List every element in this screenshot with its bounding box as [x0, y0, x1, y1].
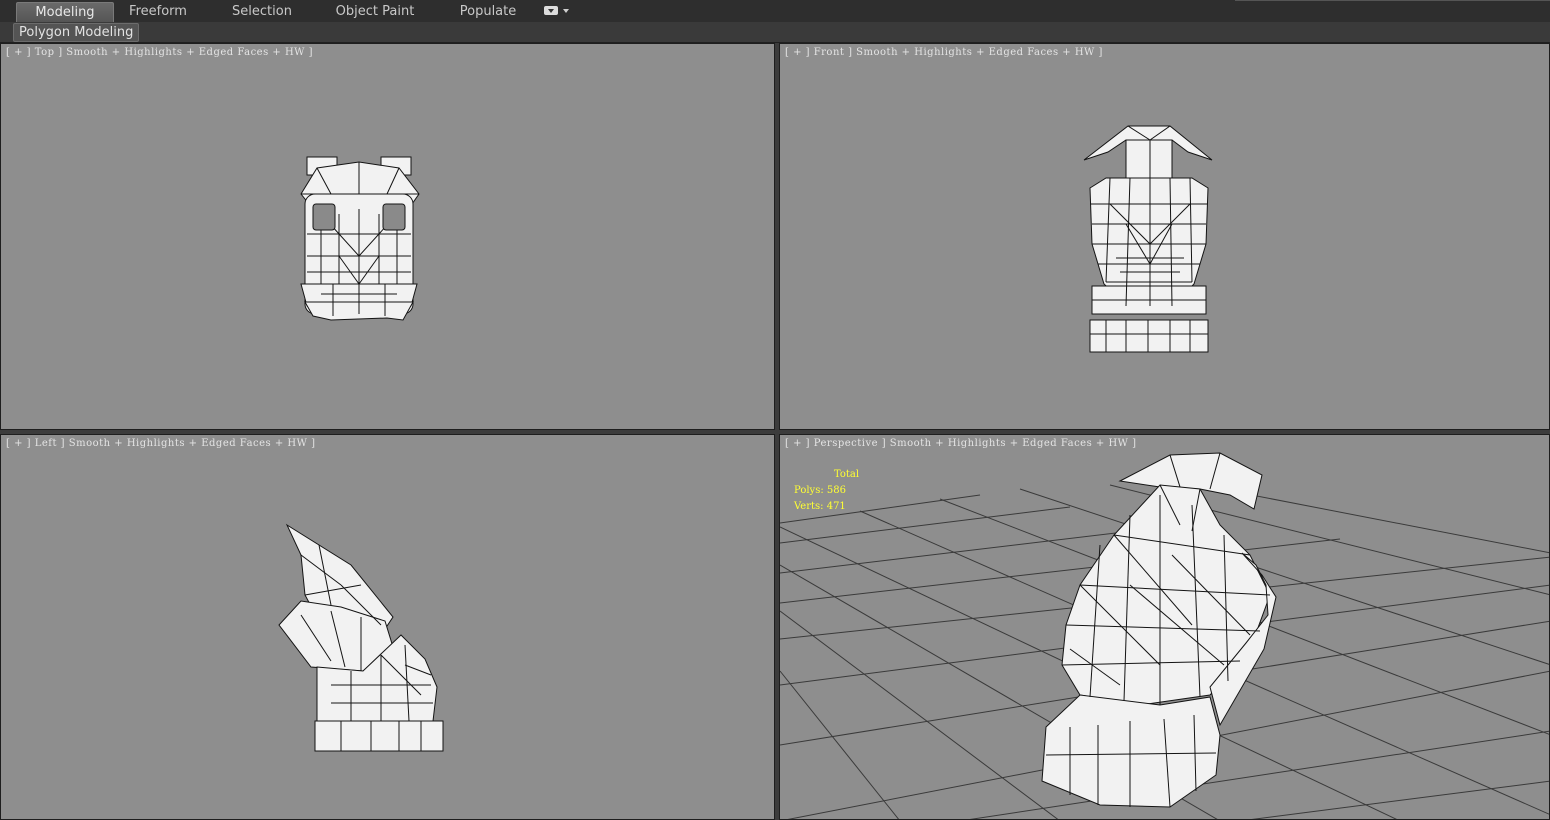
- sub-ribbon-bar: Polygon Modeling: [0, 22, 1550, 43]
- head-model-left-view: [278, 523, 444, 752]
- ribbon-divider: [1235, 0, 1550, 1]
- tab-modeling[interactable]: Modeling: [16, 2, 114, 22]
- tab-object-paint[interactable]: Object Paint: [328, 2, 422, 21]
- viewport-left[interactable]: [ + ] Left ] Smooth + Highlights + Edged…: [0, 434, 775, 820]
- tab-polygon-modeling[interactable]: Polygon Modeling: [13, 23, 140, 42]
- ribbon-options-icon[interactable]: [544, 6, 558, 15]
- tab-freeform[interactable]: Freeform: [116, 2, 200, 21]
- head-model-top-view: [300, 156, 420, 321]
- stats-heading: Total: [834, 469, 860, 480]
- viewport-perspective[interactable]: [ + ] Perspective ] Smooth + Highlights …: [779, 434, 1550, 820]
- stats-verts: Verts: 471: [794, 501, 846, 512]
- head-model-front-view: [1083, 125, 1213, 353]
- ribbon-tabs-bar: Modeling Freeform Selection Object Paint…: [0, 0, 1550, 23]
- perspective-grid: [780, 452, 1549, 819]
- viewport-top[interactable]: [ + ] Top ] Smooth + Highlights + Edged …: [0, 43, 775, 430]
- tab-selection[interactable]: Selection: [216, 2, 308, 21]
- stats-polys: Polys: 586: [794, 485, 846, 496]
- tab-populate[interactable]: Populate: [448, 2, 528, 21]
- viewport-front[interactable]: [ + ] Front ] Smooth + Highlights + Edge…: [779, 43, 1550, 430]
- dropdown-arrow-icon[interactable]: [563, 9, 569, 13]
